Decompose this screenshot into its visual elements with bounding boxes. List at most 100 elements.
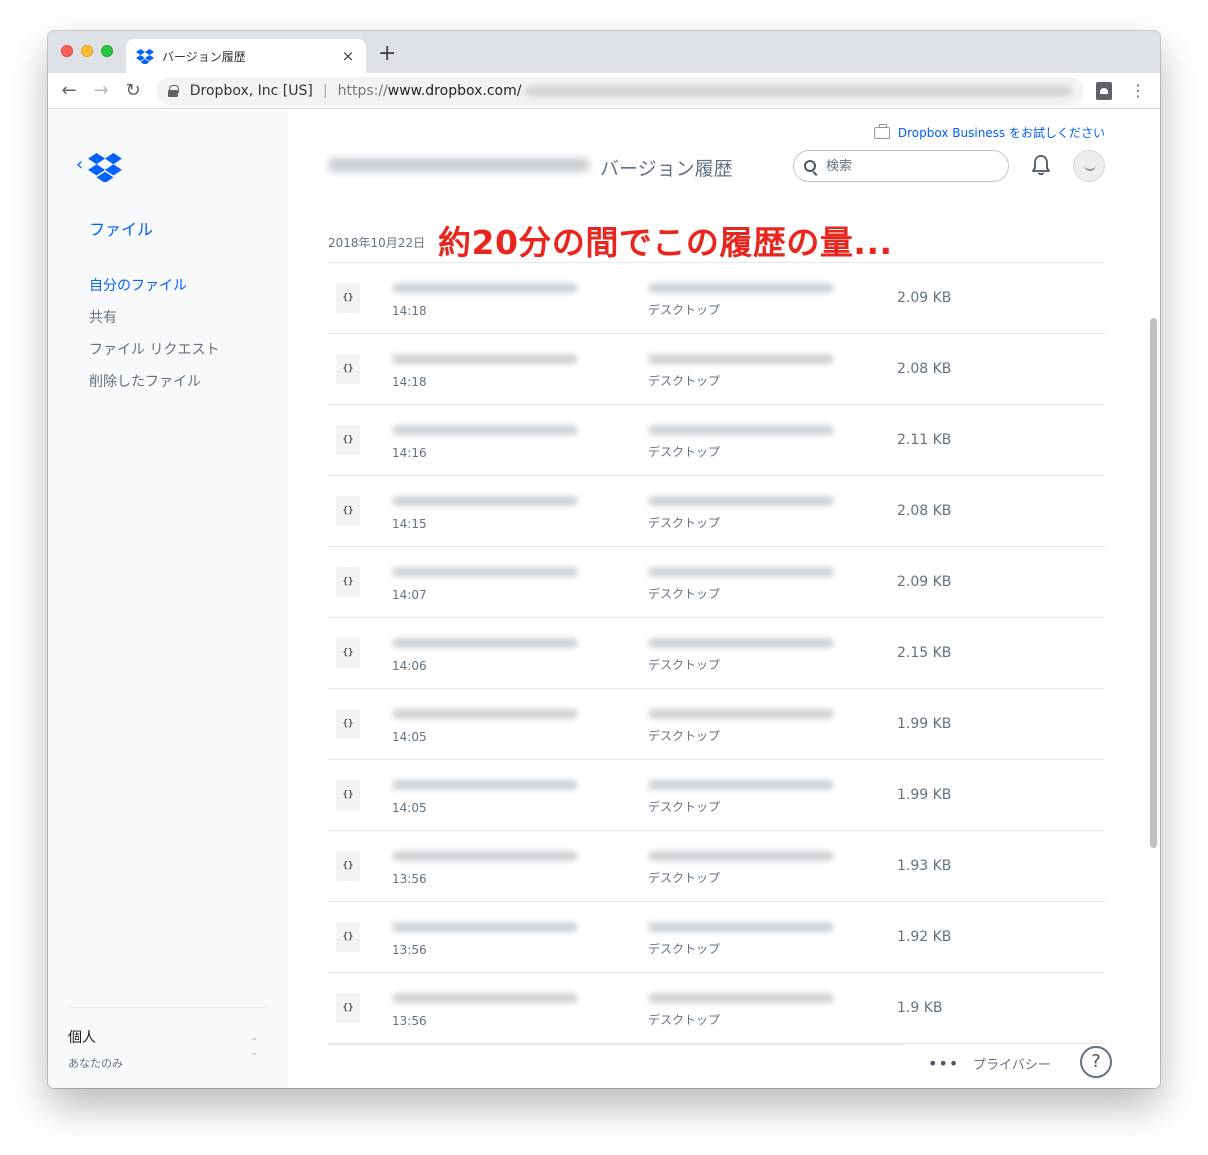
account-name[interactable]: 個人 [68, 1027, 96, 1047]
version-size: 1.99 KB [897, 787, 952, 803]
browser-tab[interactable]: バージョン履歴 × [126, 39, 366, 73]
back-chevron-icon[interactable]: ‹ [76, 154, 83, 175]
version-time: 14:18 [392, 375, 427, 389]
version-size: 1.9 KB [897, 1000, 943, 1016]
list-end-divider [328, 1044, 905, 1045]
version-row[interactable]: {} 14:07 デスクトップ 2.09 KB [328, 547, 1105, 618]
version-size: 2.09 KB [897, 290, 952, 306]
page-title: バージョン履歴 [600, 158, 733, 180]
sidebar-item-shared[interactable]: 共有 [89, 308, 219, 340]
json-file-icon: {} [336, 283, 360, 313]
version-device: デスクトップ [648, 445, 721, 459]
version-size: 1.93 KB [897, 858, 952, 874]
version-device: デスクトップ [648, 516, 721, 530]
url-host: www.dropbox.com/ [387, 83, 522, 99]
version-time: 14:05 [392, 801, 427, 815]
dropbox-logo-icon[interactable] [88, 152, 122, 182]
version-list: {} 14:18 デスクトップ 2.09 KB {} 14:18 デスクトップ 2.08 KB… [328, 262, 1105, 1044]
version-device: デスクトップ [648, 587, 721, 601]
more-options-button[interactable]: ••• [928, 1054, 959, 1073]
help-button[interactable]: ? [1080, 1046, 1112, 1078]
version-row[interactable]: {} 13:56 デスクトップ 1.92 KB [328, 902, 1105, 973]
account-switcher-icon[interactable]: ⌃ ⌄ [250, 1038, 258, 1058]
sidebar-divider [68, 1007, 268, 1008]
version-row[interactable]: {} 14:18 デスクトップ 2.09 KB [328, 263, 1105, 334]
browser-menu-icon[interactable]: ⋮ [1128, 80, 1148, 102]
sidebar-item-file-requests[interactable]: ファイル リクエスト [89, 340, 219, 372]
close-window-button[interactable] [61, 45, 73, 57]
scrollbar-thumb[interactable] [1150, 318, 1157, 848]
version-editor-redacted [648, 283, 834, 293]
forward-arrow-icon[interactable]: → [90, 80, 112, 102]
sidebar-nav: 自分のファイル 共有 ファイル リクエスト 削除したファイル [89, 276, 219, 404]
version-row[interactable]: {} 14:18 デスクトップ 2.08 KB [328, 334, 1105, 405]
version-row[interactable]: {} 14:15 デスクトップ 2.08 KB [328, 476, 1105, 547]
back-arrow-icon[interactable]: ← [58, 80, 80, 102]
version-size: 2.09 KB [897, 574, 952, 590]
version-device: デスクトップ [648, 800, 721, 814]
browser-toolbar: ← → ↻ Dropbox, Inc [US] | https:// www.d… [48, 73, 1160, 109]
version-size: 1.99 KB [897, 716, 952, 732]
url-separator: | [322, 83, 328, 99]
clipboard-extension-icon[interactable] [1096, 82, 1112, 100]
site-identity: Dropbox, Inc [US] [189, 83, 313, 99]
version-name-redacted [392, 851, 578, 861]
version-row[interactable]: {} 14:05 デスクトップ 1.99 KB [328, 760, 1105, 831]
maximize-window-button[interactable] [101, 45, 113, 57]
privacy-link[interactable]: プライバシー [973, 1054, 1051, 1073]
version-editor-redacted [648, 993, 834, 1003]
version-name-redacted [392, 922, 578, 932]
annotation-text: 約20分の間でこの履歴の量... [438, 223, 893, 262]
main-panel: Dropbox Business をお試しください バージョン履歴 2018年1… [328, 110, 1112, 1088]
version-editor-redacted [648, 354, 834, 364]
sidebar-item-deleted-files[interactable]: 削除したファイル [89, 372, 219, 404]
json-file-icon: {} [336, 425, 360, 455]
tab-close-icon[interactable]: × [340, 47, 356, 65]
search-box[interactable] [793, 150, 1009, 182]
sidebar-files-link[interactable]: ファイル [89, 216, 153, 240]
version-row[interactable]: {} 13:56 デスクトップ 1.9 KB [328, 973, 1105, 1044]
version-size: 2.15 KB [897, 645, 952, 661]
account-subtitle: あなたのみ [68, 1057, 123, 1070]
dropbox-favicon-icon [136, 49, 154, 64]
business-trial-link[interactable]: Dropbox Business をお試しください [873, 123, 1105, 141]
version-device: デスクトップ [648, 1013, 721, 1027]
sidebar-item-my-files[interactable]: 自分のファイル [89, 276, 219, 308]
version-row[interactable]: {} 13:56 デスクトップ 1.93 KB [328, 831, 1105, 902]
search-icon [804, 160, 816, 172]
json-file-icon: {} [336, 496, 360, 526]
search-input[interactable] [826, 158, 986, 174]
json-file-icon: {} [336, 993, 360, 1023]
notification-bell-icon[interactable] [1031, 154, 1051, 176]
version-editor-redacted [648, 851, 834, 861]
version-editor-redacted [648, 425, 834, 435]
version-size: 2.08 KB [897, 361, 952, 377]
version-row[interactable]: {} 14:16 デスクトップ 2.11 KB [328, 405, 1105, 476]
file-name-redacted [328, 158, 590, 172]
sidebar: ‹ ファイル 自分のファイル 共有 ファイル リクエスト 削除したファイル 個人… [48, 110, 288, 1088]
version-name-redacted [392, 496, 578, 506]
version-device: デスクトップ [648, 729, 721, 743]
version-time: 14:18 [392, 304, 427, 318]
avatar[interactable] [1073, 150, 1105, 182]
business-trial-label: Dropbox Business をお試しください [897, 126, 1105, 140]
url-path-redacted [525, 86, 1072, 96]
json-file-icon: {} [336, 851, 360, 881]
new-tab-button[interactable]: + [378, 43, 396, 65]
address-bar[interactable]: Dropbox, Inc [US] | https:// www.dropbox… [156, 77, 1084, 105]
version-editor-redacted [648, 780, 834, 790]
json-file-icon: {} [336, 780, 360, 810]
date-group-label: 2018年10月22日 [328, 236, 426, 250]
json-file-icon: {} [336, 354, 360, 384]
page-content: ‹ ファイル 自分のファイル 共有 ファイル リクエスト 削除したファイル 個人… [48, 110, 1160, 1088]
reload-icon[interactable]: ↻ [122, 80, 144, 102]
version-row[interactable]: {} 14:06 デスクトップ 2.15 KB [328, 618, 1105, 689]
version-time: 14:15 [392, 517, 427, 531]
version-size: 2.08 KB [897, 503, 952, 519]
version-device: デスクトップ [648, 658, 721, 672]
version-row[interactable]: {} 14:05 デスクトップ 1.99 KB [328, 689, 1105, 760]
minimize-window-button[interactable] [81, 45, 93, 57]
version-name-redacted [392, 709, 578, 719]
version-time: 14:16 [392, 446, 427, 460]
tab-strip: バージョン履歴 × + [48, 31, 1160, 73]
